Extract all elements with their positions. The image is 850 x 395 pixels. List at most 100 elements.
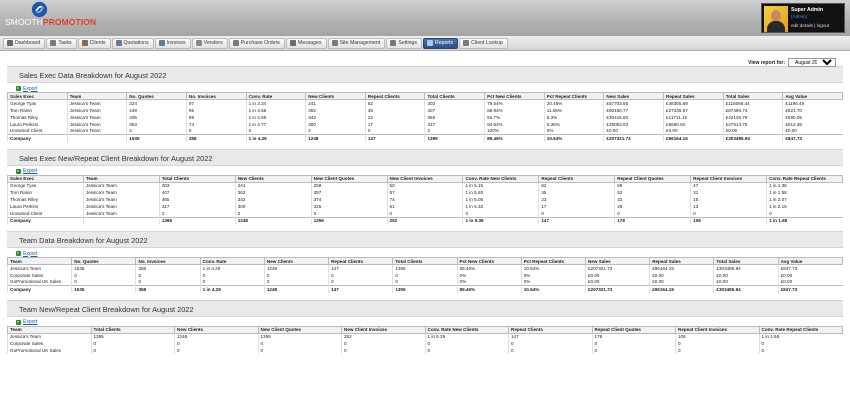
table-cell: £0.00 (584, 278, 650, 286)
column-header[interactable]: Total Sales (722, 92, 784, 100)
column-header[interactable]: Total Sales (713, 257, 779, 265)
column-header[interactable]: New Client Invoices (386, 174, 464, 183)
column-header[interactable]: Team (66, 92, 128, 100)
nav-tab-label: Site Management (339, 40, 381, 46)
column-header[interactable]: New Client Invoices (341, 325, 426, 334)
table-cell: 1 in 5.39 (424, 333, 509, 340)
table-cell: £67703.50 (603, 99, 664, 107)
nav-tab-clients[interactable]: Clients (77, 37, 111, 49)
table-cell: 106 (675, 333, 759, 340)
table-cell: 0 (424, 340, 509, 347)
column-header[interactable]: Conv. Rate New Clients (424, 325, 509, 334)
column-header[interactable]: Repeat Client Quotes (591, 325, 676, 334)
column-header[interactable]: New Clients (174, 325, 259, 334)
column-header[interactable]: Repeat Clients (538, 174, 616, 183)
export-link[interactable]: Export (7, 85, 843, 92)
column-header[interactable]: Repeat Client Invoices (690, 174, 768, 183)
nav-tab-quotations[interactable]: Quotations (111, 37, 154, 49)
column-header[interactable]: New Clients (263, 257, 330, 265)
table-cell: 20.46% (543, 99, 604, 107)
table-cell: 1248 (263, 264, 329, 272)
column-header[interactable]: Repeat Client Invoices (675, 325, 760, 334)
table-cell: 0 (135, 271, 201, 279)
table-cell: 407 (424, 106, 485, 114)
nav-tab-settings[interactable]: Settings (386, 37, 422, 49)
column-header[interactable]: No. Quotes (126, 92, 187, 100)
table-cell: 0 (263, 278, 329, 286)
column-header[interactable]: No. Invoices (135, 257, 201, 265)
column-header[interactable]: Conv. Rate Repeat Clients (766, 174, 843, 183)
export-link[interactable]: Export (7, 168, 843, 175)
column-header[interactable]: Repeat Clients (364, 92, 426, 100)
report-month-select[interactable]: August 2022 (788, 58, 836, 67)
table-cell: £0.00 (722, 127, 783, 135)
column-header[interactable]: No. Quotes (71, 257, 137, 265)
column-header[interactable]: New Client Quotes (257, 325, 342, 334)
table-cell: Jessica's Team (66, 99, 127, 107)
column-header[interactable]: No. Invoices (185, 92, 247, 100)
total-cell: £207321.73 (584, 285, 650, 293)
column-header[interactable]: Total Clients (158, 174, 236, 183)
table-cell: 0 (185, 127, 247, 135)
table-row: Jessica's Team 1535 358 1 in 4.29 1248 147 139… (6, 264, 843, 272)
table-cell: George Tyas (7, 182, 84, 189)
table-cell: 365 (158, 196, 236, 203)
column-header[interactable]: Repeat Client Quotes (614, 174, 692, 183)
column-header[interactable]: Team (82, 174, 160, 183)
table-cell: 74 (185, 120, 247, 128)
section-title: Sales Exec Data Breakdown for August 202… (7, 66, 843, 83)
column-header[interactable]: Pct Repeat Clients (543, 92, 605, 100)
logout-link[interactable]: logout (817, 23, 830, 28)
column-header[interactable]: Repeat Sales (649, 257, 715, 265)
export-link[interactable]: Export (7, 250, 843, 257)
column-header[interactable]: New Clients (305, 92, 366, 100)
table-cell: £0.00 (603, 127, 664, 135)
column-header[interactable]: Conv. Rate (199, 257, 265, 265)
table-cell: 31 (690, 189, 767, 196)
smooth-promotion-logo[interactable]: SMOOTHPROMOTION (3, 1, 103, 34)
column-header[interactable]: Conv. Rate Repeat Clients (758, 325, 843, 334)
nav-tab-tasks[interactable]: Tasks (46, 37, 77, 49)
column-header[interactable]: Total Clients (424, 92, 486, 100)
total-cell: 1248 (234, 216, 312, 224)
column-header[interactable]: Team (6, 257, 73, 265)
nav-tab-site-management[interactable]: Site Management (327, 37, 386, 49)
nav-tab-reports[interactable]: Reports (422, 37, 459, 49)
column-header[interactable]: New Sales (603, 92, 665, 100)
nav-tab-label: Vendors (203, 40, 223, 46)
table-header-row: Team No. Quotes No. Invoices Conv. Rate New … (6, 257, 844, 265)
column-header[interactable]: Repeat Sales (663, 92, 724, 100)
nav-tab-vendors[interactable]: Vendors (191, 37, 228, 49)
nav-tab-messages[interactable]: Messages (285, 37, 327, 49)
column-header[interactable]: Pct Repeat Clients (520, 257, 586, 265)
column-header[interactable]: New Clients (234, 174, 312, 183)
column-header[interactable]: Avg Value (782, 92, 843, 100)
column-header[interactable]: Total Clients (90, 325, 175, 334)
column-header[interactable]: Sales Exec (7, 174, 84, 183)
column-header[interactable]: New Client Quotes (310, 174, 388, 183)
column-header[interactable]: Sales Exec (7, 92, 68, 100)
report-table: Team No. Quotes No. Invoices Conv. Rate New … (6, 257, 844, 293)
edit-details-link[interactable]: edit details (791, 23, 813, 28)
column-header[interactable]: Repeat Clients (508, 325, 593, 334)
nav-tab-client-lookup[interactable]: Client Lookup (459, 37, 508, 49)
column-header[interactable]: Conv. Rate New Clients (462, 174, 540, 183)
column-header[interactable]: Team (7, 325, 92, 334)
table-cell: 342 (305, 113, 366, 121)
table-cell: 0 (538, 210, 615, 217)
nav-tab-invoices[interactable]: Invoices (154, 37, 191, 49)
table-row: Tom Rainn Jessica's Team 407 362 397 67 1 in 5… (7, 189, 843, 196)
column-header[interactable]: Repeat Clients (328, 257, 394, 265)
column-header[interactable]: New Sales (584, 257, 651, 265)
column-header[interactable]: Total Clients (392, 257, 458, 265)
column-header[interactable]: Pct New Clients (456, 257, 522, 265)
nav-tab-purchase-orders[interactable]: Purchase Orders (228, 37, 285, 49)
table-cell: 1 in 2.07 (766, 196, 843, 203)
nav-tab-dashboard[interactable]: Dashboard (3, 37, 46, 49)
excel-icon (16, 250, 21, 256)
column-header[interactable]: Pct New Clients (484, 92, 545, 100)
table-cell: 10.54% (520, 264, 586, 272)
column-header[interactable]: Conv. Rate (245, 92, 307, 100)
export-link[interactable]: Export (7, 319, 843, 326)
column-header[interactable]: Avg Value (777, 257, 844, 265)
